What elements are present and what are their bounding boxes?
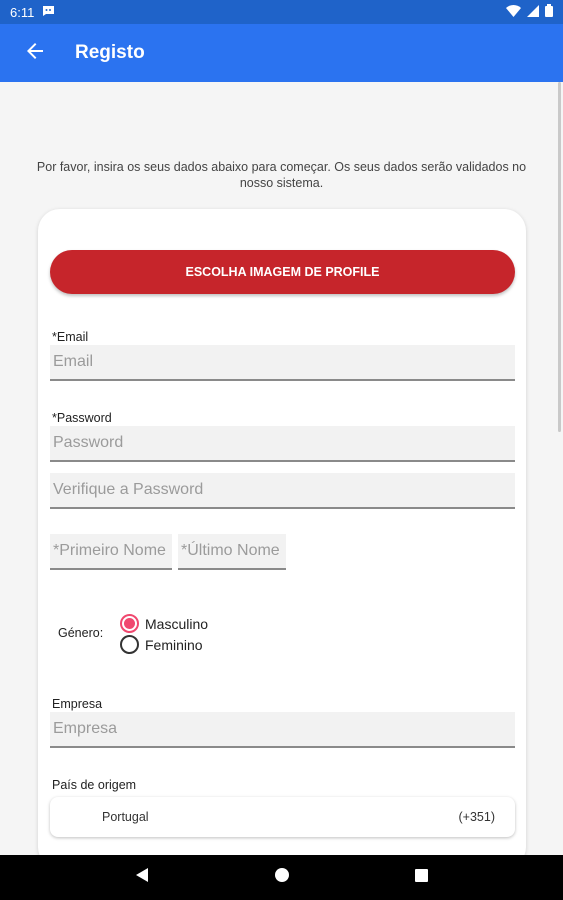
first-name-field[interactable]: *Primeiro Nome <box>50 534 172 570</box>
nav-recents-button[interactable] <box>402 858 442 898</box>
signal-icon <box>527 4 539 20</box>
status-time: 6:11 <box>10 4 35 20</box>
gender-option-masculino[interactable]: Masculino <box>120 614 208 633</box>
choose-profile-image-button[interactable]: ESCOLHA IMAGEM DE PROFILE <box>50 250 515 294</box>
status-bar: 6:11 <box>0 0 563 24</box>
last-name-field[interactable]: *Último Nome <box>178 534 286 570</box>
country-name: Portugal <box>102 810 149 824</box>
gender-label: Género: <box>58 626 104 640</box>
country-code: (+351) <box>458 810 495 824</box>
scrollbar[interactable] <box>558 82 561 432</box>
page-title: Registo <box>75 42 145 63</box>
wifi-icon <box>506 4 521 20</box>
app-bar: Registo <box>0 24 563 82</box>
country-picker[interactable]: Portugal (+351) <box>50 797 515 837</box>
square-recents-icon <box>415 868 428 887</box>
battery-icon <box>545 4 553 20</box>
gender-option-label: Masculino <box>145 615 209 632</box>
nav-home-button[interactable] <box>262 858 302 898</box>
triangle-back-icon <box>135 868 148 887</box>
password-label: *Password <box>52 411 112 425</box>
gender-option-feminino[interactable]: Feminino <box>120 635 203 654</box>
intro-text: Por favor, insira os seus dados abaixo p… <box>36 160 527 190</box>
registration-card: ESCOLHA IMAGEM DE PROFILE *Email Email *… <box>38 209 526 855</box>
main-content[interactable]: Por favor, insira os seus dados abaixo p… <box>0 82 563 855</box>
status-right <box>506 4 553 20</box>
country-label: País de origem <box>52 778 137 792</box>
radio-checked-icon[interactable] <box>120 614 139 633</box>
verify-password-field[interactable]: Verifique a Password <box>50 473 515 509</box>
email-label: *Email <box>52 330 89 344</box>
company-label: Empresa <box>52 697 103 711</box>
circle-home-icon <box>274 868 289 887</box>
arrow-left-icon <box>26 42 44 65</box>
status-left: 6:11 <box>10 5 55 20</box>
nav-back-button[interactable] <box>122 858 162 898</box>
gender-option-label: Feminino <box>145 636 203 653</box>
back-button[interactable] <box>6 24 64 82</box>
email-field[interactable]: Email <box>50 345 515 381</box>
system-nav-bar <box>0 855 563 900</box>
radio-unchecked-icon[interactable] <box>120 635 139 654</box>
password-field[interactable]: Password <box>50 426 515 462</box>
company-field[interactable]: Empresa <box>50 712 515 748</box>
message-icon <box>42 5 55 20</box>
